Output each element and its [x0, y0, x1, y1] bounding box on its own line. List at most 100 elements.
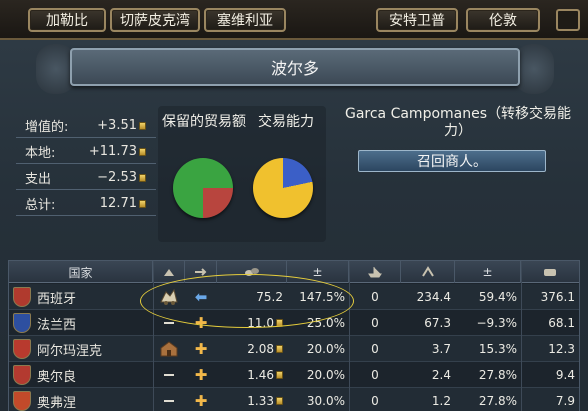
- header-total-change[interactable]: ±: [287, 261, 349, 283]
- tab-london[interactable]: 伦敦: [466, 8, 540, 32]
- ducat-icon: [139, 199, 146, 208]
- ducat-icon: [139, 121, 146, 130]
- trade-value: 1.33: [217, 388, 287, 411]
- power-pct: 59.4%: [478, 290, 517, 304]
- trade-power: 234.4: [416, 290, 451, 304]
- merchant-status-text: Garca Campomanes（转移交易能力）: [344, 106, 572, 139]
- country-name[interactable]: 阿尔玛涅克: [37, 336, 102, 362]
- tab-antwerp[interactable]: 安特卫普: [376, 8, 458, 32]
- stat-value: +3.51: [97, 118, 137, 133]
- stat-label: 增值的:: [25, 120, 69, 135]
- recall-merchant-button[interactable]: 召回商人。: [358, 150, 546, 172]
- table-header: 国家 ± ±: [9, 261, 579, 283]
- plus-icon[interactable]: ✚: [185, 362, 217, 388]
- column-divider: [521, 261, 522, 411]
- country-name[interactable]: 奥弗涅: [37, 388, 76, 411]
- ships-count: 0: [371, 368, 379, 382]
- country-name[interactable]: 西班牙: [37, 284, 76, 310]
- retained-trade-label: 保留的贸易额: [162, 114, 246, 130]
- tab-sevilla[interactable]: 塞维利亚: [204, 8, 286, 32]
- stat-total: 总计: 12.71: [16, 192, 156, 216]
- retained-trade-pie[interactable]: [173, 158, 233, 218]
- tab-caribbean[interactable]: 加勒比: [28, 8, 106, 32]
- last-value: 7.9: [555, 394, 575, 408]
- trade-power: 1.2: [431, 394, 451, 408]
- last-value: 376.1: [540, 290, 575, 304]
- ships-count: 0: [371, 316, 379, 330]
- trade-node-panel: 波尔多 增值的: +3.51 本地: +11.73 支出 −2.53 总计: 1…: [0, 40, 588, 411]
- transfer-arrow-icon[interactable]: ⬅: [185, 284, 217, 310]
- plus-icon[interactable]: ✚: [185, 310, 217, 336]
- trade-node-tab-bar: 加勒比 切萨皮克湾 塞维利亚 安特卫普 伦敦: [0, 0, 588, 40]
- stat-outgoing: 支出 −2.53: [16, 166, 156, 190]
- stat-label: 支出: [25, 172, 52, 187]
- trade-pct: 20.0%: [306, 342, 345, 356]
- tab-chesapeake-bay[interactable]: 切萨皮克湾: [110, 8, 200, 32]
- header-ships-icon[interactable]: [349, 261, 401, 283]
- ships-count: 0: [371, 342, 379, 356]
- none-dash-icon: [153, 310, 185, 336]
- trade-power-table: 国家 ± ± 西班牙 ⬅ 75.2 147.5% 0 234.4 59.4% 3…: [8, 260, 580, 411]
- stat-value: +11.73: [88, 144, 137, 159]
- building-icon: [153, 336, 185, 362]
- header-merchant-icon[interactable]: [153, 261, 185, 283]
- auvergne-flag-icon: [13, 391, 31, 411]
- table-row[interactable]: 法兰西 ✚ 11.0 25.0% 0 67.3 −9.3% 68.1: [9, 310, 579, 336]
- stat-local: 本地: +11.73: [16, 140, 156, 164]
- power-pct: −9.3%: [476, 316, 517, 330]
- plus-icon[interactable]: ✚: [185, 388, 217, 411]
- column-divider: [153, 261, 154, 411]
- trade-power-label: 交易能力: [258, 114, 314, 130]
- pie-chart-area: 保留的贸易额 交易能力: [158, 106, 326, 242]
- last-value: 68.1: [548, 316, 575, 330]
- stat-added-value: 增值的: +3.51: [16, 114, 156, 138]
- last-value: 9.4: [555, 368, 575, 382]
- trade-power: 3.7: [431, 342, 451, 356]
- header-pct-change[interactable]: ±: [455, 261, 521, 283]
- trade-pct: 20.0%: [306, 368, 345, 382]
- ducat-icon: [139, 173, 146, 182]
- power-pct: 15.3%: [478, 342, 517, 356]
- page-title: 波尔多: [70, 48, 520, 86]
- none-dash-icon: [153, 362, 185, 388]
- table-row[interactable]: 奥弗涅 ✚ 1.33 30.0% 0 1.2 27.8% 7.9: [9, 388, 579, 411]
- spain-flag-icon: [13, 287, 31, 307]
- close-button[interactable]: [556, 9, 580, 31]
- stat-label: 总计:: [25, 198, 56, 213]
- trade-value: 75.2: [256, 290, 283, 304]
- header-upkeep-icon[interactable]: [521, 261, 579, 283]
- trade-pct: 30.0%: [306, 394, 345, 408]
- ships-count: 0: [371, 394, 379, 408]
- trade-pct: 147.5%: [299, 290, 345, 304]
- trade-value: 1.46: [217, 362, 287, 388]
- table-row[interactable]: 奥尔良 ✚ 1.46 20.0% 0 2.4 27.8% 9.4: [9, 362, 579, 388]
- ducat-icon: [139, 147, 146, 156]
- header-power-icon[interactable]: [401, 261, 455, 283]
- plus-icon[interactable]: ✚: [185, 336, 217, 362]
- table-row[interactable]: 阿尔玛涅克 ✚ 2.08 20.0% 0 3.7 15.3% 12.3: [9, 336, 579, 362]
- merchant-icon: [153, 284, 185, 310]
- column-divider: [349, 261, 350, 411]
- armagnac-flag-icon: [13, 339, 31, 359]
- ornament-right: [514, 44, 554, 94]
- header-action-icon[interactable]: [185, 261, 217, 283]
- header-coins-icon[interactable]: [217, 261, 287, 283]
- table-row[interactable]: 西班牙 ⬅ 75.2 147.5% 0 234.4 59.4% 376.1: [9, 284, 579, 310]
- stat-value: 12.71: [99, 196, 137, 211]
- trade-value: 2.08: [217, 336, 287, 362]
- country-name[interactable]: 法兰西: [37, 310, 76, 336]
- stat-label: 本地:: [25, 146, 56, 161]
- power-pct: 27.8%: [478, 394, 517, 408]
- stat-value: −2.53: [97, 170, 137, 185]
- last-value: 12.3: [548, 342, 575, 356]
- trade-pct: 25.0%: [306, 316, 345, 330]
- trade-power: 2.4: [431, 368, 451, 382]
- trade-value: 11.0: [217, 310, 287, 336]
- trade-power-pie[interactable]: [253, 158, 313, 218]
- power-pct: 27.8%: [478, 368, 517, 382]
- none-dash-icon: [153, 388, 185, 411]
- trade-power: 67.3: [424, 316, 451, 330]
- orleans-flag-icon: [13, 365, 31, 385]
- header-country[interactable]: 国家: [9, 261, 153, 283]
- country-name[interactable]: 奥尔良: [37, 362, 76, 388]
